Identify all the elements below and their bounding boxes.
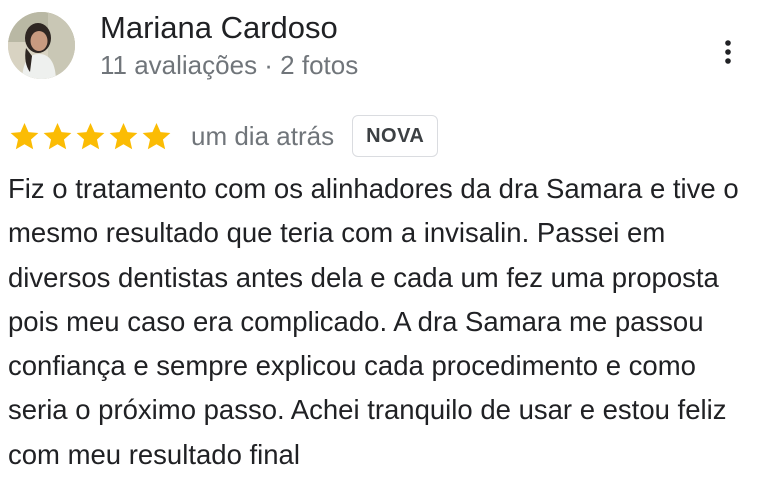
review-text: Fiz o tratamento com os alinhadores da d… xyxy=(8,173,739,470)
rating-row: um dia atrás NOVA xyxy=(8,112,439,160)
star-icon xyxy=(140,120,173,153)
star-icon xyxy=(8,120,41,153)
author-name[interactable]: Mariana Cardoso xyxy=(100,8,338,48)
author-meta[interactable]: 11 avaliações · 2 fotos xyxy=(100,48,358,82)
more-options-button[interactable] xyxy=(708,32,748,72)
star-rating xyxy=(8,120,173,153)
star-icon xyxy=(107,120,140,153)
avatar-photo xyxy=(8,12,75,79)
review-card: Mariana Cardoso 11 avaliações · 2 fotos … xyxy=(0,0,768,496)
star-icon xyxy=(41,120,74,153)
star-icon xyxy=(74,120,107,153)
new-badge: NOVA xyxy=(352,115,439,157)
avatar[interactable] xyxy=(8,12,75,79)
more-vert-icon xyxy=(725,40,731,64)
review-date: um dia atrás xyxy=(191,120,335,151)
